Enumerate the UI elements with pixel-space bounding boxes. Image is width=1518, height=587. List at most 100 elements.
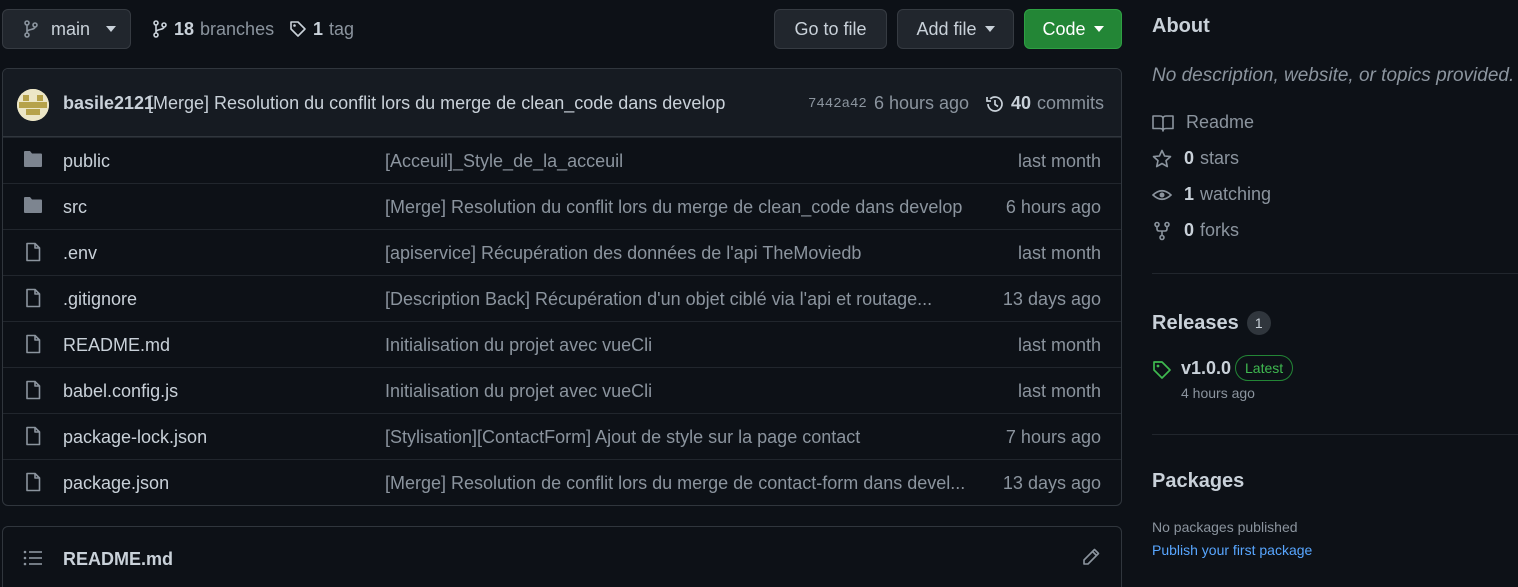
latest-badge: Latest — [1235, 355, 1294, 381]
file-commit-link[interactable]: Initialisation du projet avec vueCli — [385, 335, 652, 356]
watchers-link[interactable]: 1 watching — [1152, 184, 1271, 205]
go-to-file-label: Go to file — [794, 18, 867, 39]
readme-title: README.md — [63, 549, 174, 569]
avatar[interactable] — [17, 89, 49, 121]
file-date: last month — [1017, 151, 1101, 171]
file-commit-link[interactable]: [Merge] Resolution du conflit lors du me… — [385, 197, 962, 218]
file-name-link[interactable]: public — [63, 151, 110, 172]
releases-heading-link[interactable]: Releases 1 — [1152, 311, 1271, 335]
file-row[interactable]: .gitignore [Description Back] Récupérati… — [3, 275, 1121, 321]
sidebar-divider — [1152, 434, 1518, 435]
go-to-file-button[interactable]: Go to file — [774, 9, 887, 49]
commits-history-link[interactable]: 40 commits — [985, 93, 1104, 114]
git-branch-icon — [152, 20, 168, 38]
history-icon — [985, 94, 1005, 114]
fork-icon — [1152, 221, 1172, 241]
forks-label: forks — [1200, 220, 1240, 240]
tag-icon — [289, 20, 307, 38]
file-date: 6 hours ago — [1005, 197, 1101, 217]
code-label: Code — [1042, 18, 1086, 39]
code-button[interactable]: Code — [1024, 9, 1122, 49]
chevron-down-icon — [106, 26, 117, 32]
git-branch-icon — [23, 20, 39, 38]
commit-message-link[interactable]: [Merge] Resolution du conflit lors du me… — [148, 93, 725, 114]
tag-icon — [1152, 360, 1172, 380]
file-name-link[interactable]: .gitignore — [63, 289, 137, 310]
file-commit-link[interactable]: [Description Back] Récupération d'un obj… — [385, 289, 932, 310]
commit-sha-link[interactable]: 7442a42 — [808, 96, 867, 112]
file-commit-link[interactable]: Initialisation du projet avec vueCli — [385, 381, 652, 402]
about-description: No description, website, or topics provi… — [1152, 65, 1515, 86]
file-commit-link[interactable]: [apiservice] Récupération des données de… — [385, 243, 861, 264]
file-commit-link[interactable]: [Stylisation][ContactForm] Ajout de styl… — [385, 427, 860, 448]
file-row[interactable]: babel.config.js Initialisation du projet… — [3, 367, 1121, 413]
file-commit-link[interactable]: [Merge] Resolution de conflit lors du me… — [385, 473, 965, 494]
pencil-icon[interactable] — [1081, 547, 1101, 567]
file-date: last month — [1017, 243, 1101, 263]
file-name-link[interactable]: README.md — [63, 335, 170, 356]
readme-label: Readme — [1186, 112, 1255, 132]
file-row[interactable]: src [Merge] Resolution du conflit lors d… — [3, 183, 1121, 229]
eye-icon — [1152, 185, 1172, 205]
file-icon — [23, 426, 43, 446]
add-file-label: Add file — [916, 18, 977, 39]
file-row[interactable]: README.md Initialisation du projet avec … — [3, 321, 1121, 367]
release-name-link[interactable]: v1.0.0 — [1181, 358, 1231, 379]
file-date: 13 days ago — [1002, 289, 1101, 309]
commits-label: commits — [1037, 93, 1105, 113]
file-row[interactable]: .env [apiservice] Récupération des donné… — [3, 229, 1121, 275]
branch-name: main — [51, 18, 91, 39]
file-row[interactable]: public [Acceuil]_Style_de_la_acceuil las… — [3, 137, 1121, 183]
file-icon — [23, 242, 43, 262]
latest-commit-bar: basile2121 [Merge] Resolution du conflit… — [3, 69, 1121, 137]
file-icon — [23, 472, 43, 492]
add-file-button[interactable]: Add file — [897, 9, 1014, 49]
packages-heading[interactable]: Packages — [1152, 470, 1244, 493]
folder-icon — [23, 150, 43, 168]
file-row[interactable]: package-lock.json [Stylisation][ContactF… — [3, 413, 1121, 459]
file-icon — [23, 288, 43, 308]
file-icon — [23, 334, 43, 354]
repo-toolbar: main 18 branches 1 tag Go to file Add fi… — [2, 9, 1122, 49]
watching-label: watching — [1200, 184, 1272, 204]
readme-link[interactable]: Readme — [1152, 112, 1254, 133]
file-name-link[interactable]: package-lock.json — [63, 427, 207, 448]
commits-count: 40 — [1011, 93, 1032, 113]
list-unordered-icon[interactable] — [23, 549, 43, 567]
file-name-link[interactable]: .env — [63, 243, 97, 264]
folder-icon — [23, 196, 43, 214]
file-name-link[interactable]: src — [63, 197, 87, 218]
file-name-link[interactable]: babel.config.js — [63, 381, 178, 402]
file-name-link[interactable]: package.json — [63, 473, 169, 494]
branches-label: branches — [200, 18, 275, 39]
readme-panel: README.md — [2, 526, 1122, 587]
file-row[interactable]: package.json [Merge] Resolution de confl… — [3, 459, 1121, 505]
branches-link[interactable]: 18 branches — [152, 9, 274, 49]
commit-author-link[interactable]: basile2121 — [63, 93, 154, 114]
sidebar-divider — [1152, 273, 1518, 274]
branch-select-button[interactable]: main — [2, 9, 131, 49]
commit-time: 6 hours ago — [874, 93, 970, 113]
stars-count: 0 — [1184, 148, 1195, 168]
about-heading: About — [1152, 15, 1210, 37]
publish-package-link[interactable]: Publish your first package — [1152, 542, 1312, 558]
chevron-down-icon — [1093, 26, 1104, 32]
tags-link[interactable]: 1 tag — [289, 9, 354, 49]
file-date: 7 hours ago — [1005, 427, 1101, 447]
book-icon — [1152, 114, 1174, 132]
releases-title: Releases — [1152, 311, 1239, 334]
file-icon — [23, 380, 43, 400]
file-commit-link[interactable]: [Acceuil]_Style_de_la_acceuil — [385, 151, 623, 172]
forks-count: 0 — [1184, 220, 1195, 240]
packages-empty-text: No packages published — [1152, 519, 1298, 535]
file-date: last month — [1017, 335, 1101, 355]
watching-count: 1 — [1184, 184, 1195, 204]
file-browser: basile2121 [Merge] Resolution du conflit… — [2, 68, 1122, 506]
forks-link[interactable]: 0 forks — [1152, 220, 1239, 241]
chevron-down-icon — [984, 26, 995, 32]
stars-link[interactable]: 0 stars — [1152, 148, 1239, 169]
stars-label: stars — [1200, 148, 1240, 168]
tags-count: 1 — [313, 18, 324, 39]
file-date: last month — [1017, 381, 1101, 401]
releases-count-badge: 1 — [1246, 311, 1271, 335]
